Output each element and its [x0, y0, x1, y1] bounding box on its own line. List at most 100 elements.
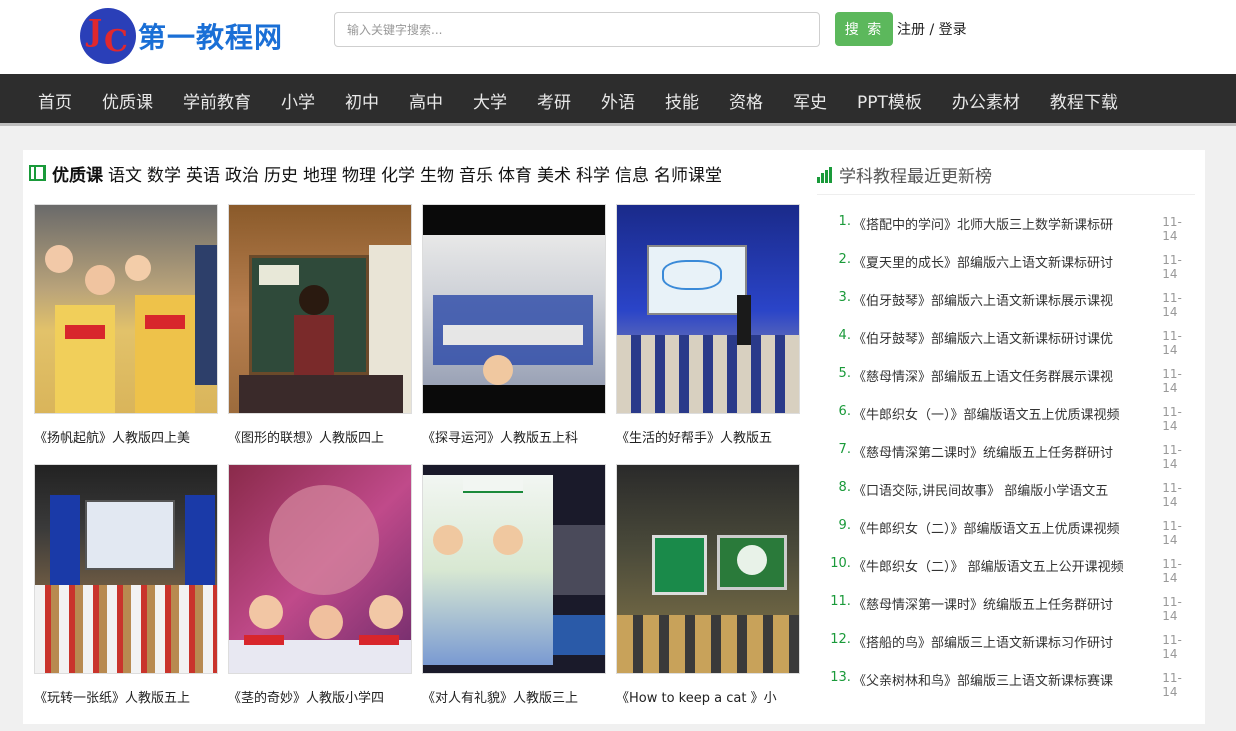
- login-link[interactable]: 登录: [939, 22, 967, 38]
- category-link[interactable]: 化学: [381, 166, 415, 186]
- ranking-item[interactable]: 8. 《口语交际,讲民间故事》 部编版小学语文五 11-14: [829, 474, 1197, 512]
- category-link[interactable]: 信息: [615, 166, 649, 186]
- nav-item[interactable]: 首页: [38, 88, 72, 113]
- category-link[interactable]: 美术: [537, 166, 571, 186]
- ranking-title-link[interactable]: 《夏天里的成长》部编版六上语文新课标研讨: [853, 252, 1148, 271]
- course-caption[interactable]: 《扬帆起航》人教版四上美: [34, 427, 218, 446]
- category-link[interactable]: 体育: [498, 166, 532, 186]
- nav-item[interactable]: 资格: [729, 88, 763, 113]
- course-card[interactable]: 《玩转一张纸》人教版五上: [34, 464, 218, 706]
- thumbnail-shape: [85, 500, 175, 570]
- category-link[interactable]: 数学: [147, 166, 181, 186]
- ranking-title-link[interactable]: 《慈母情深第一课时》统编版五上任务群研讨: [853, 594, 1148, 613]
- ranking-item[interactable]: 7. 《慈母情深第二课时》统编版五上任务群研讨 11-14: [829, 436, 1197, 474]
- course-card[interactable]: 《扬帆起航》人教版四上美: [34, 204, 218, 446]
- course-card[interactable]: 《茎的奇妙》人教版小学四: [228, 464, 412, 706]
- course-card[interactable]: 《图形的联想》人教版四上: [228, 204, 412, 446]
- ranking-number: 8.: [838, 480, 851, 495]
- ranking-title-link[interactable]: 《搭船的鸟》部编版三上语文新课标习作研讨: [853, 632, 1148, 651]
- thumbnail-shape: [443, 325, 583, 345]
- nav-item[interactable]: 大学: [473, 88, 507, 113]
- thumbnail-shape: [249, 595, 283, 629]
- nav-item[interactable]: PPT模板: [857, 88, 922, 113]
- nav-item[interactable]: 办公素材: [952, 88, 1020, 113]
- course-thumbnail[interactable]: [422, 464, 606, 674]
- course-caption[interactable]: 《茎的奇妙》人教版小学四: [228, 687, 412, 706]
- ranking-date: 11-14: [1162, 215, 1182, 243]
- course-caption[interactable]: 《生活的好帮手》人教版五: [616, 427, 800, 446]
- course-card[interactable]: 《生活的好帮手》人教版五: [616, 204, 800, 446]
- nav-item[interactable]: 学前教育: [183, 88, 251, 113]
- course-caption[interactable]: 《How to keep a cat 》小: [616, 687, 800, 706]
- nav-item[interactable]: 教程下载: [1050, 88, 1118, 113]
- ranking-title: 学科教程最近更新榜: [839, 167, 992, 187]
- ranking-title-link[interactable]: 《牛郎织女（一）》部编版语文五上优质课视频: [853, 404, 1148, 423]
- course-thumbnail[interactable]: [34, 204, 218, 414]
- course-caption[interactable]: 《图形的联想》人教版四上: [228, 427, 412, 446]
- featured-title[interactable]: 优质课: [52, 161, 103, 186]
- thumbnail-shape: [359, 635, 399, 645]
- ranking-title-link[interactable]: 《伯牙鼓琴》部编版六上语文新课标展示课视: [853, 290, 1148, 309]
- search-button[interactable]: 搜 索: [835, 12, 893, 46]
- course-card[interactable]: 《对人有礼貌》人教版三上: [422, 464, 606, 706]
- ranking-item[interactable]: 10. 《牛郎织女（二）》 部编版语文五上公开课视频 11-14: [829, 550, 1197, 588]
- category-link[interactable]: 名师课堂: [654, 166, 722, 186]
- ranking-title-link[interactable]: 《口语交际,讲民间故事》 部编版小学语文五: [853, 480, 1148, 499]
- category-link[interactable]: 科学: [576, 166, 610, 186]
- nav-item[interactable]: 技能: [665, 88, 699, 113]
- thumbnail-shape: [423, 475, 553, 665]
- course-thumbnail[interactable]: [616, 464, 800, 674]
- course-card[interactable]: 《探寻运河》人教版五上科: [422, 204, 606, 446]
- course-caption[interactable]: 《玩转一张纸》人教版五上: [34, 687, 218, 706]
- category-link[interactable]: 历史: [264, 166, 298, 186]
- course-caption[interactable]: 《探寻运河》人教版五上科: [422, 427, 606, 446]
- category-link[interactable]: 英语: [186, 166, 220, 186]
- ranking-item[interactable]: 9. 《牛郎织女（二）》部编版语文五上优质课视频 11-14: [829, 512, 1197, 550]
- ranking-item[interactable]: 5. 《慈母情深》部编版五上语文任务群展示课视 11-14: [829, 360, 1197, 398]
- course-thumbnail[interactable]: [228, 464, 412, 674]
- ranking-title-link[interactable]: 《伯牙鼓琴》部编版六上语文新课标研讨课优: [853, 328, 1148, 347]
- ranking-title-link[interactable]: 《搭配中的学问》北师大版三上数学新课标研: [853, 214, 1148, 233]
- nav-item[interactable]: 军史: [793, 88, 827, 113]
- ranking-title-link[interactable]: 《牛郎织女（二）》部编版语文五上优质课视频: [853, 518, 1148, 537]
- category-link[interactable]: 音乐: [459, 166, 493, 186]
- course-thumbnail[interactable]: [616, 204, 800, 414]
- category-link[interactable]: 物理: [342, 166, 376, 186]
- ranking-item[interactable]: 11. 《慈母情深第一课时》统编版五上任务群研讨 11-14: [829, 588, 1197, 626]
- course-thumbnail[interactable]: [422, 204, 606, 414]
- course-thumbnail[interactable]: [228, 204, 412, 414]
- nav-item[interactable]: 高中: [409, 88, 443, 113]
- nav-item[interactable]: 外语: [601, 88, 635, 113]
- main-nav: 首页 优质课 学前教育 小学 初中 高中 大学 考研 外语 技能 资格 军史 PPT模板 办公素材 教程下载: [0, 74, 1236, 126]
- ranking-title-link[interactable]: 《慈母情深》部编版五上语文任务群展示课视: [853, 366, 1148, 385]
- ranking-item[interactable]: 1. 《搭配中的学问》北师大版三上数学新课标研 11-14: [829, 208, 1197, 246]
- category-link[interactable]: 政治: [225, 166, 259, 186]
- ranking-title-link[interactable]: 《牛郎织女（二）》 部编版语文五上公开课视频: [853, 556, 1148, 575]
- category-link[interactable]: 地理: [303, 166, 337, 186]
- category-link[interactable]: 生物: [420, 166, 454, 186]
- ranking-item[interactable]: 4. 《伯牙鼓琴》部编版六上语文新课标研讨课优 11-14: [829, 322, 1197, 360]
- ranking-number: 2.: [838, 252, 851, 267]
- category-link[interactable]: 语文: [108, 166, 142, 186]
- ranking-title-link[interactable]: 《父亲树林和鸟》部编版三上语文新课标赛课: [853, 670, 1148, 689]
- thumbnail-shape: [433, 525, 463, 555]
- nav-item[interactable]: 小学: [281, 88, 315, 113]
- nav-item[interactable]: 考研: [537, 88, 571, 113]
- ranking-item[interactable]: 2. 《夏天里的成长》部编版六上语文新课标研讨 11-14: [829, 246, 1197, 284]
- ranking-item[interactable]: 13. 《父亲树林和鸟》部编版三上语文新课标赛课 11-14: [829, 664, 1197, 702]
- ranking-item[interactable]: 12. 《搭船的鸟》部编版三上语文新课标习作研讨 11-14: [829, 626, 1197, 664]
- course-card[interactable]: 《How to keep a cat 》小: [616, 464, 800, 706]
- course-thumbnail[interactable]: [34, 464, 218, 674]
- search-input[interactable]: [334, 12, 820, 47]
- register-link[interactable]: 注册: [897, 22, 925, 38]
- thumbnail-shape: [737, 545, 767, 575]
- ranking-date: 11-14: [1162, 443, 1182, 471]
- ranking-title-link[interactable]: 《慈母情深第二课时》统编版五上任务群研讨: [853, 442, 1148, 461]
- ranking-item[interactable]: 6. 《牛郎织女（一）》部编版语文五上优质课视频 11-14: [829, 398, 1197, 436]
- ranking-date: 11-14: [1162, 519, 1182, 547]
- nav-item[interactable]: 优质课: [102, 88, 153, 113]
- site-logo[interactable]: J C 第一教程网: [80, 8, 283, 64]
- ranking-item[interactable]: 3. 《伯牙鼓琴》部编版六上语文新课标展示课视 11-14: [829, 284, 1197, 322]
- course-caption[interactable]: 《对人有礼貌》人教版三上: [422, 687, 606, 706]
- nav-item[interactable]: 初中: [345, 88, 379, 113]
